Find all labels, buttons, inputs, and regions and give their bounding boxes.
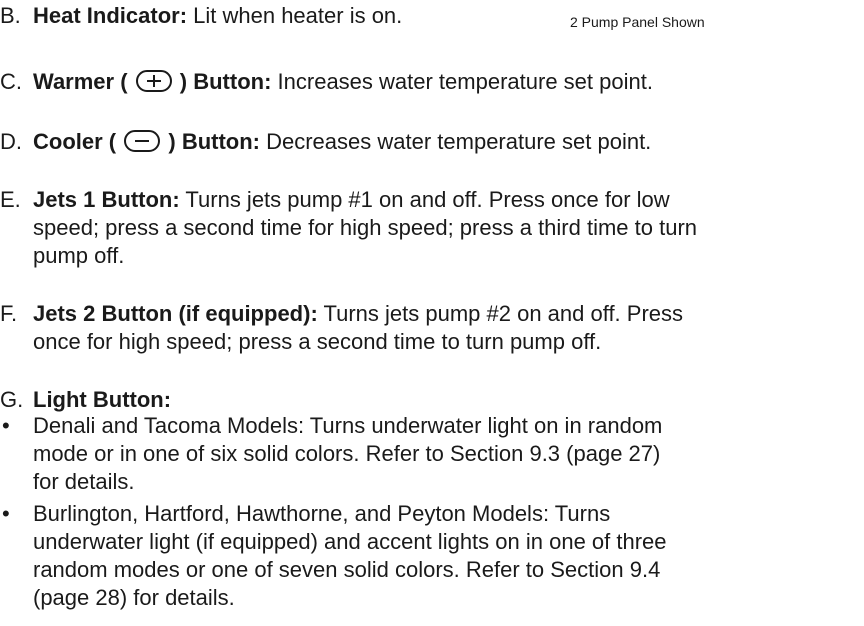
bullet-2-line-2: underwater light (if equipped) and accen… — [33, 529, 667, 554]
bullet-1-line-3: for details. — [33, 469, 135, 494]
item-e-line-2: speed; press a second time for high spee… — [33, 215, 698, 240]
item-f-letter: F. — [0, 301, 18, 326]
bullet-2-line-4: (page 28) for details. — [33, 585, 235, 610]
minus-icon — [124, 130, 161, 153]
item-e-line-1: Jets 1 Button: Turns jets pump #1 on and… — [33, 186, 670, 214]
item-d-title-post: ) Button: — [168, 129, 260, 154]
item-f-text-1: Turns jets pump #2 on and off. Press — [317, 301, 684, 326]
item-g-letter: G. — [0, 387, 24, 412]
plus-icon — [135, 70, 172, 93]
item-c-letter: C. — [0, 69, 22, 94]
bullet-2-dot: • — [2, 501, 10, 526]
item-d-text: Decreases water temperature set point. — [260, 129, 652, 154]
bullet-2-line-3: random modes or one of seven solid color… — [33, 557, 661, 582]
item-f-line-1: Jets 2 Button (if equipped): Turns jets … — [33, 300, 683, 328]
item-f-title: Jets 2 Button (if equipped): — [33, 301, 318, 326]
item-c-title-pre: Warmer ( — [33, 69, 128, 94]
item-c-line: Warmer ( ) Button: Increases water tempe… — [33, 68, 653, 96]
item-b-line: Heat Indicator: Lit when heater is on. — [33, 2, 402, 30]
item-b-title: Heat Indicator: — [33, 3, 188, 28]
item-b-text: Lit when heater is on. — [187, 3, 403, 28]
bullet-1-dot: • — [2, 413, 10, 438]
item-e-line-3: pump off. — [33, 243, 125, 268]
item-f-line-2: once for high speed; press a second time… — [33, 329, 602, 354]
item-d-line: Cooler ( ) Button: Decreases water tempe… — [33, 128, 651, 156]
item-e-letter: E. — [0, 187, 21, 212]
item-d-title-pre: Cooler ( — [33, 129, 117, 154]
item-c-title-post: ) Button: — [179, 69, 272, 94]
item-g-title: Light Button: — [33, 387, 172, 412]
item-d-letter: D. — [0, 129, 22, 154]
item-e-text-1: Turns jets pump #1 on and off. Press onc… — [179, 187, 670, 212]
panel-caption: 2 Pump Panel Shown — [570, 14, 705, 30]
bullet-1-line-1: Denali and Tacoma Models: Turns underwat… — [33, 413, 663, 438]
bullet-1-line-2: mode or in one of six solid colors. Refe… — [33, 441, 661, 466]
item-c-text: Increases water temperature set point. — [271, 69, 653, 94]
bullet-2-line-1: Burlington, Hartford, Hawthorne, and Pey… — [33, 501, 611, 526]
item-b-letter: B. — [0, 3, 21, 28]
item-e-title: Jets 1 Button: — [33, 187, 180, 212]
